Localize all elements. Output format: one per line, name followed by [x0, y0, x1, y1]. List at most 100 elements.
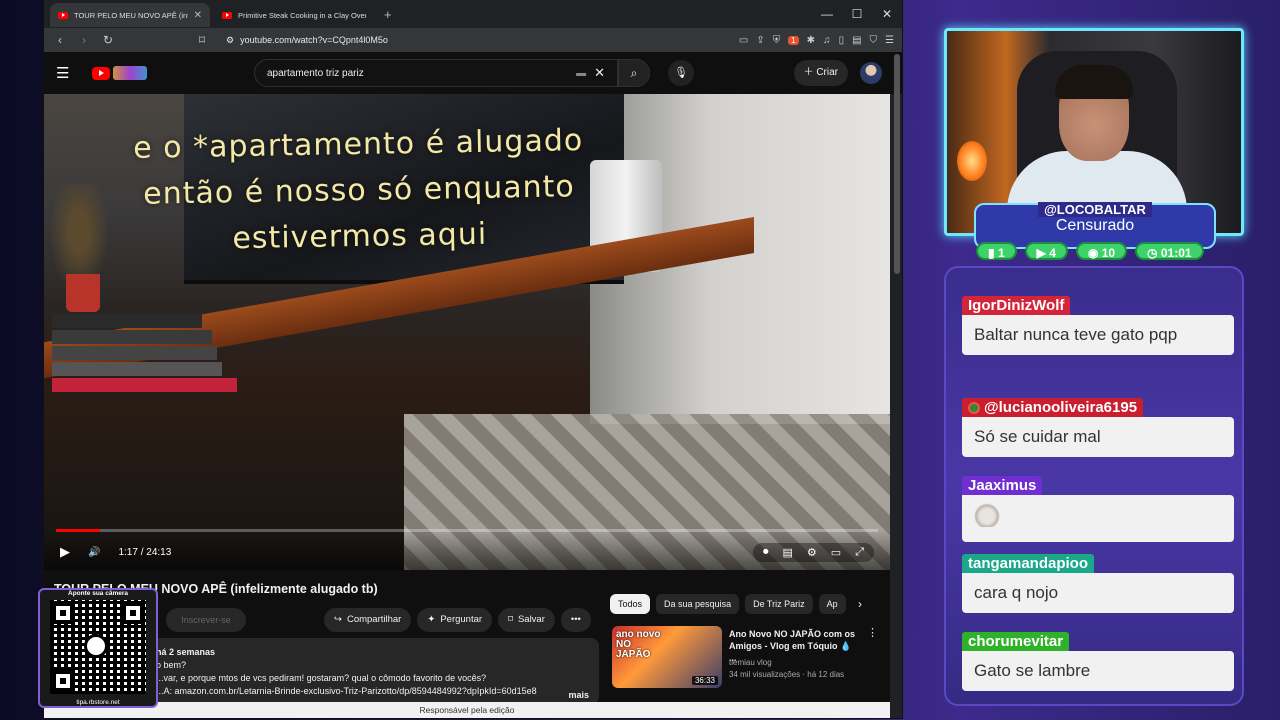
- create-button[interactable]: ＋ Criar: [793, 60, 848, 86]
- wallet-icon[interactable]: ▤: [852, 35, 861, 46]
- bookmark-icon: ⌑: [508, 614, 513, 625]
- reload-icon[interactable]: ↻: [100, 33, 116, 47]
- upload-date: há 2 semanas: [156, 647, 216, 657]
- clear-search-icon[interactable]: ✕: [594, 65, 605, 81]
- tab-title: Primitive Steak Cooking in a Clay Oven B…: [238, 10, 366, 20]
- hamburger-menu-icon[interactable]: ☰: [56, 64, 80, 82]
- share-icon[interactable]: ⇪: [756, 35, 764, 46]
- address-bar[interactable]: ⚙ youtube.com/watch?v=CQpnt4l0M5o: [218, 30, 731, 50]
- qr-logo-icon: [84, 634, 108, 658]
- bookmark-icon[interactable]: ⌑: [194, 33, 210, 47]
- progress-bar[interactable]: [56, 529, 878, 532]
- autoplay-toggle-icon[interactable]: ⏺: [763, 546, 769, 559]
- chat-username: @lucianooliveira6195: [984, 399, 1138, 416]
- ask-label: Perguntar: [440, 614, 483, 625]
- avatar[interactable]: [860, 62, 882, 84]
- window-controls: — ☐ ✕: [812, 0, 902, 28]
- miniplayer-icon[interactable]: ▭: [831, 546, 841, 559]
- player-controls-left: ▶ 🔊 1:17 / 24:13: [60, 544, 171, 560]
- browser-window: TOUR PELO MEU NOVO APÊ (infelizmente alu…: [44, 0, 902, 718]
- navigation-bar: ‹ › ↻ ⌑ ⚙ youtube.com/watch?v=CQpnt4l0M5…: [44, 28, 902, 52]
- keyboard-icon[interactable]: ▬: [576, 68, 586, 79]
- forward-icon[interactable]: ›: [76, 33, 92, 47]
- progress-fill: [56, 529, 100, 532]
- youtube-favicon-icon: [222, 11, 232, 19]
- chat-text: cara q nojo: [962, 573, 1234, 613]
- save-button[interactable]: ⌑ Salvar: [498, 608, 555, 632]
- media-icon[interactable]: ♫: [823, 35, 831, 46]
- sidebar-icon[interactable]: ▯: [839, 35, 845, 46]
- save-label: Salvar: [517, 614, 545, 625]
- video-caption-text: e o *apartamento é alugado então é nosso…: [73, 117, 645, 265]
- description-line: ...A: amazon.com.br/Letarnia-Brinde-excl…: [156, 686, 537, 696]
- chat-username: tangamandapioo: [962, 554, 1095, 573]
- youtube-favicon-icon: [58, 11, 68, 19]
- play-icon[interactable]: ▶: [60, 544, 70, 560]
- show-more-link[interactable]: mais: [568, 689, 589, 702]
- voice-search-button[interactable]: 🎙: [668, 60, 694, 86]
- qr-finder: [122, 602, 144, 624]
- youtube-logo[interactable]: [92, 66, 147, 80]
- stat-value: 01:01: [1160, 246, 1192, 260]
- settings-icon[interactable]: ⚙: [807, 546, 817, 559]
- new-tab-icon[interactable]: +: [378, 7, 398, 22]
- cast-icon[interactable]: ▭: [739, 35, 748, 46]
- youtube-viewers-stat: ▶ 4: [1024, 242, 1068, 260]
- stream-stats: ▮ 1 ▶ 4 ◉ 10 ◷ 01:01: [976, 242, 1204, 260]
- vpn-icon[interactable]: ⛉: [870, 35, 878, 46]
- chat-message: IgorDinizWolf Baltar nunca teve gato pqp: [962, 296, 1234, 355]
- search-button[interactable]: ⌕: [618, 59, 650, 87]
- kebab-menu-icon[interactable]: ⋮: [867, 626, 878, 639]
- menu-icon[interactable]: ☰: [885, 35, 894, 46]
- chat-username: Jaaximus: [962, 476, 1043, 495]
- chip-partial[interactable]: Ap: [818, 594, 846, 614]
- chip-from-channel[interactable]: De Triz Pariz: [745, 594, 813, 614]
- extension-badge[interactable]: 1: [788, 35, 799, 45]
- tab-steak-video[interactable]: Primitive Steak Cooking in a Clay Oven B…: [214, 3, 374, 27]
- search-input[interactable]: apartamento triz pariz ▬ ✕: [254, 59, 618, 87]
- chip-from-search[interactable]: Da sua pesquisa: [656, 594, 740, 614]
- video-player[interactable]: e o *apartamento é alugado então é nosso…: [44, 94, 890, 570]
- subscribe-button[interactable]: Inscrever-se: [166, 608, 246, 632]
- minimize-icon[interactable]: —: [812, 0, 842, 28]
- stat-value: 1: [997, 246, 1005, 260]
- kick-viewers-stat: ◉ 10: [1075, 242, 1128, 260]
- chip-all[interactable]: Todos: [610, 594, 651, 614]
- video-scene-pot: [66, 274, 100, 312]
- ask-button[interactable]: ✦ Perguntar: [417, 608, 493, 632]
- video-scene-books: [52, 314, 242, 410]
- close-tab-icon[interactable]: ✕: [194, 10, 202, 21]
- site-info-icon[interactable]: ⚙: [226, 35, 234, 46]
- book: [52, 314, 202, 328]
- related-video-channel[interactable]: tiemiau vlog: [729, 658, 772, 667]
- twitch-viewers-stat: ▮ 1: [976, 242, 1017, 260]
- related-video-meta: 34 mil visualizações · há 12 dias: [729, 670, 845, 679]
- video-thumbnail[interactable]: ano novo NO JAPÃO 36:33: [612, 626, 722, 688]
- book: [52, 346, 217, 360]
- video-actions: ↪ Compartilhar ✦ Perguntar ⌑ Salvar •••: [324, 608, 591, 632]
- puzzle-icon[interactable]: ✱: [807, 35, 815, 46]
- page-scrollbar[interactable]: [894, 54, 900, 274]
- chat-text: [962, 495, 1234, 542]
- back-icon[interactable]: ‹: [52, 33, 68, 47]
- description-line: o bem?: [156, 660, 187, 670]
- create-label: Criar: [816, 67, 838, 78]
- book: [52, 378, 237, 392]
- share-button[interactable]: ↪ Compartilhar: [324, 608, 412, 632]
- chat-text: Só se cuidar mal: [962, 417, 1234, 457]
- url-text: youtube.com/watch?v=CQpnt4l0M5o: [240, 35, 388, 45]
- shield-icon[interactable]: ⛨: [773, 35, 781, 46]
- player-controls-right: ⏺ ▤ ⚙ ▭ ⤢: [753, 543, 874, 562]
- subtitles-icon[interactable]: ▤: [783, 546, 793, 559]
- close-window-icon[interactable]: ✕: [872, 0, 902, 28]
- maximize-icon[interactable]: ☐: [842, 0, 872, 28]
- mic-icon: 🎙: [674, 67, 688, 79]
- tab-youtube-tour[interactable]: TOUR PELO MEU NOVO APÊ (infelizmente alu…: [50, 3, 210, 27]
- fullscreen-icon[interactable]: ⤢: [855, 546, 864, 559]
- more-actions-button[interactable]: •••: [560, 608, 591, 632]
- related-video-item[interactable]: ano novo NO JAPÃO 36:33 Ano Novo NO JAPÃ…: [612, 626, 882, 692]
- search-icon: ⌕: [630, 66, 638, 80]
- volume-icon[interactable]: 🔊: [88, 547, 100, 558]
- chevron-right-icon[interactable]: ›: [858, 597, 862, 611]
- chat-text: Gato se lambre: [962, 651, 1234, 691]
